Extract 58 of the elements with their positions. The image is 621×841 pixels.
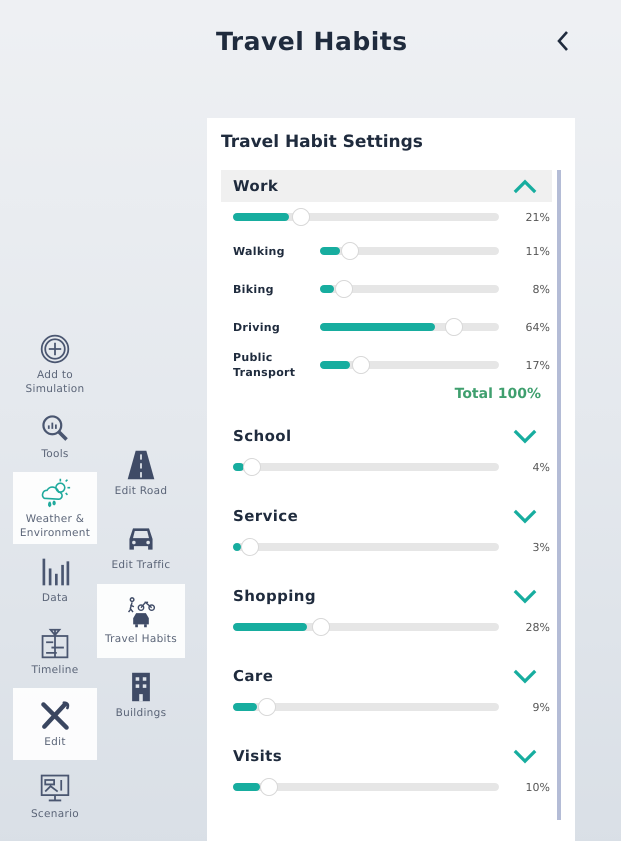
timeline-icon: [39, 628, 71, 660]
chevron-down-icon: [512, 588, 538, 604]
category-header[interactable]: Visits: [221, 740, 552, 772]
tool-button[interactable]: Add to Simulation: [13, 328, 97, 400]
percent-reading: 4%: [532, 460, 550, 474]
pedestrian-bike-car-icon: [125, 596, 157, 628]
tool-button[interactable]: Scenario: [13, 760, 97, 832]
mode-label: Walking: [233, 244, 286, 258]
percent-reading: 21%: [524, 210, 550, 224]
slider-thumb[interactable]: [258, 698, 276, 716]
total-text: Total 100%: [454, 386, 542, 402]
tool-button[interactable]: Weather & Environment: [13, 472, 97, 544]
tool-button[interactable]: Edit: [13, 688, 97, 760]
percent-reading: 64%: [524, 320, 550, 334]
category-header[interactable]: Shopping: [221, 580, 552, 612]
slider-thumb[interactable]: [260, 778, 278, 796]
slider-thumb[interactable]: [445, 318, 464, 336]
mode-label: Biking: [233, 282, 275, 296]
chevron-down-icon: [512, 508, 538, 524]
percent-reading: 28%: [524, 620, 550, 634]
category-header[interactable]: Care: [221, 660, 552, 692]
tool-button[interactable]: Edit Traffic: [97, 510, 185, 584]
slider-thumb[interactable]: [340, 242, 359, 260]
tool-button[interactable]: Buildings: [97, 658, 185, 732]
chevron-up-icon: [512, 178, 538, 194]
percent-reading: 10%: [524, 780, 550, 794]
category-header[interactable]: Work: [221, 170, 552, 202]
slider-thumb[interactable]: [292, 208, 310, 226]
percent-reading: 3%: [532, 540, 550, 554]
mode-label: Public Transport: [233, 350, 296, 380]
tool-button[interactable]: Data: [13, 544, 97, 616]
cloud-sun-icon: [39, 476, 71, 508]
pencil-brush-icon: [39, 700, 71, 732]
category-header[interactable]: Service: [221, 500, 552, 532]
percent-reading: 8%: [532, 282, 550, 296]
page-title: Travel Habits: [216, 26, 408, 56]
percent-reading: 9%: [532, 700, 550, 714]
tool-button[interactable]: Travel Habits: [97, 584, 185, 658]
plus-circle-icon: [39, 332, 71, 364]
percent-reading: 11%: [524, 244, 550, 258]
slider-thumb[interactable]: [334, 280, 353, 298]
road-icon: [125, 448, 157, 480]
panel-title: Travel Habit Settings: [221, 132, 424, 152]
category-header[interactable]: School: [221, 420, 552, 452]
percent-reading: 17%: [524, 358, 550, 372]
slider-thumb[interactable]: [312, 618, 330, 636]
tool-button[interactable]: Edit Road: [97, 436, 185, 510]
chevron-down-icon: [512, 748, 538, 764]
slider-thumb[interactable]: [240, 538, 259, 556]
mode-label: Driving: [233, 320, 282, 334]
chevron-down-icon: [512, 668, 538, 684]
slider-thumb[interactable]: [352, 356, 370, 374]
tool-button[interactable]: Timeline: [13, 616, 97, 688]
chevron-down-icon: [512, 428, 538, 444]
slider-thumb[interactable]: [243, 458, 262, 476]
monitor-icon: [39, 772, 71, 804]
back-chevron-icon[interactable]: [555, 29, 571, 53]
tool-button[interactable]: Tools: [13, 400, 97, 472]
